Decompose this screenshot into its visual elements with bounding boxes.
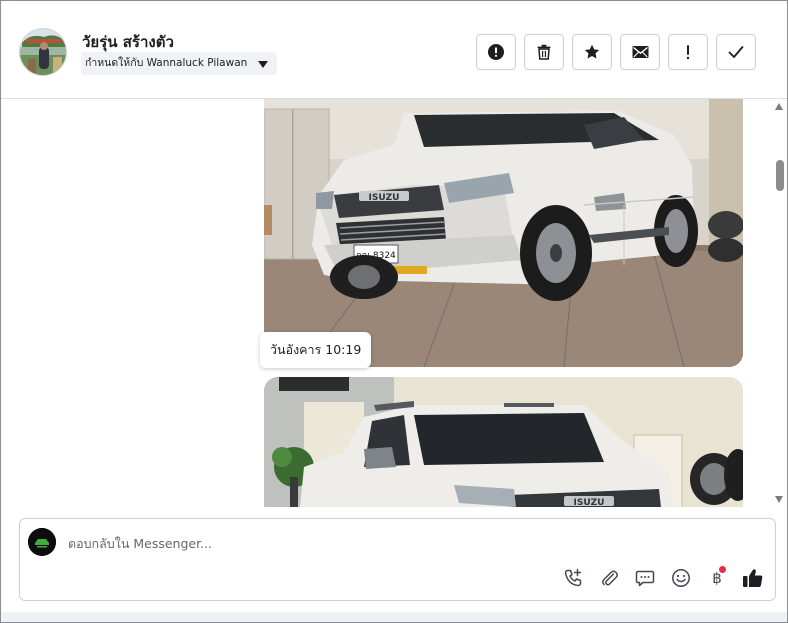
contact-name[interactable]: วัยรุ่น สร้างตัว — [82, 30, 174, 54]
message-photo[interactable]: ISUZU — [264, 377, 743, 507]
scroll-down-arrow[interactable] — [775, 496, 783, 503]
notification-dot — [719, 566, 726, 573]
envelope-icon — [632, 46, 648, 58]
message-thread[interactable]: ISUZU กณ 8324 วันอังคาร 10:19 ISUZU — [1, 99, 787, 507]
mark-unread-button[interactable] — [620, 34, 660, 70]
scroll-up-arrow[interactable] — [775, 103, 783, 110]
report-spam-button[interactable] — [476, 34, 516, 70]
caret-down-icon — [258, 61, 269, 68]
paperclip-icon — [602, 570, 618, 586]
contact-avatar[interactable] — [19, 28, 67, 76]
smiley-icon — [672, 569, 690, 587]
chat-bubble-icon — [635, 570, 655, 587]
scrollbar-thumb[interactable] — [776, 160, 784, 191]
mark-done-button[interactable] — [716, 34, 756, 70]
star-button[interactable] — [572, 34, 612, 70]
exclamation-circle-icon — [488, 44, 504, 60]
reply-input[interactable] — [68, 533, 568, 553]
like-button[interactable] — [741, 566, 765, 590]
message-photo[interactable]: ISUZU กณ 8324 — [264, 99, 743, 367]
reply-composer: ฿ — [19, 518, 776, 601]
check-icon — [728, 46, 744, 58]
bottom-strip — [1, 612, 787, 622]
car-brand-badge: ISUZU — [574, 498, 605, 507]
call-button[interactable] — [561, 566, 585, 590]
saved-replies-button[interactable] — [633, 566, 657, 590]
car-brand-badge: ISUZU — [369, 193, 400, 203]
payment-button[interactable]: ฿ — [705, 566, 729, 590]
message-timestamp: วันอังคาร 10:19 — [260, 332, 372, 368]
attach-button[interactable] — [597, 566, 621, 590]
phone-plus-icon — [564, 568, 582, 587]
follow-up-button[interactable] — [668, 34, 708, 70]
emoji-button[interactable] — [669, 566, 693, 590]
delete-button[interactable] — [524, 34, 564, 70]
inbox-conversation-panel: วัยรุ่น สร้างตัว กำหนดให้กับ Wannaluck P… — [0, 0, 788, 623]
assign-label: กำหนดให้กับ Wannaluck Pilawan — [85, 57, 248, 69]
trash-icon — [537, 44, 551, 60]
star-icon — [584, 44, 600, 59]
assign-dropdown[interactable]: กำหนดให้กับ Wannaluck Pilawan — [81, 52, 278, 75]
conversation-header: วัยรุ่น สร้างตัว กำหนดให้กับ Wannaluck P… — [1, 1, 787, 99]
thumbs-up-icon — [743, 569, 763, 587]
exclamation-icon — [686, 45, 690, 60]
page-avatar — [28, 528, 56, 556]
